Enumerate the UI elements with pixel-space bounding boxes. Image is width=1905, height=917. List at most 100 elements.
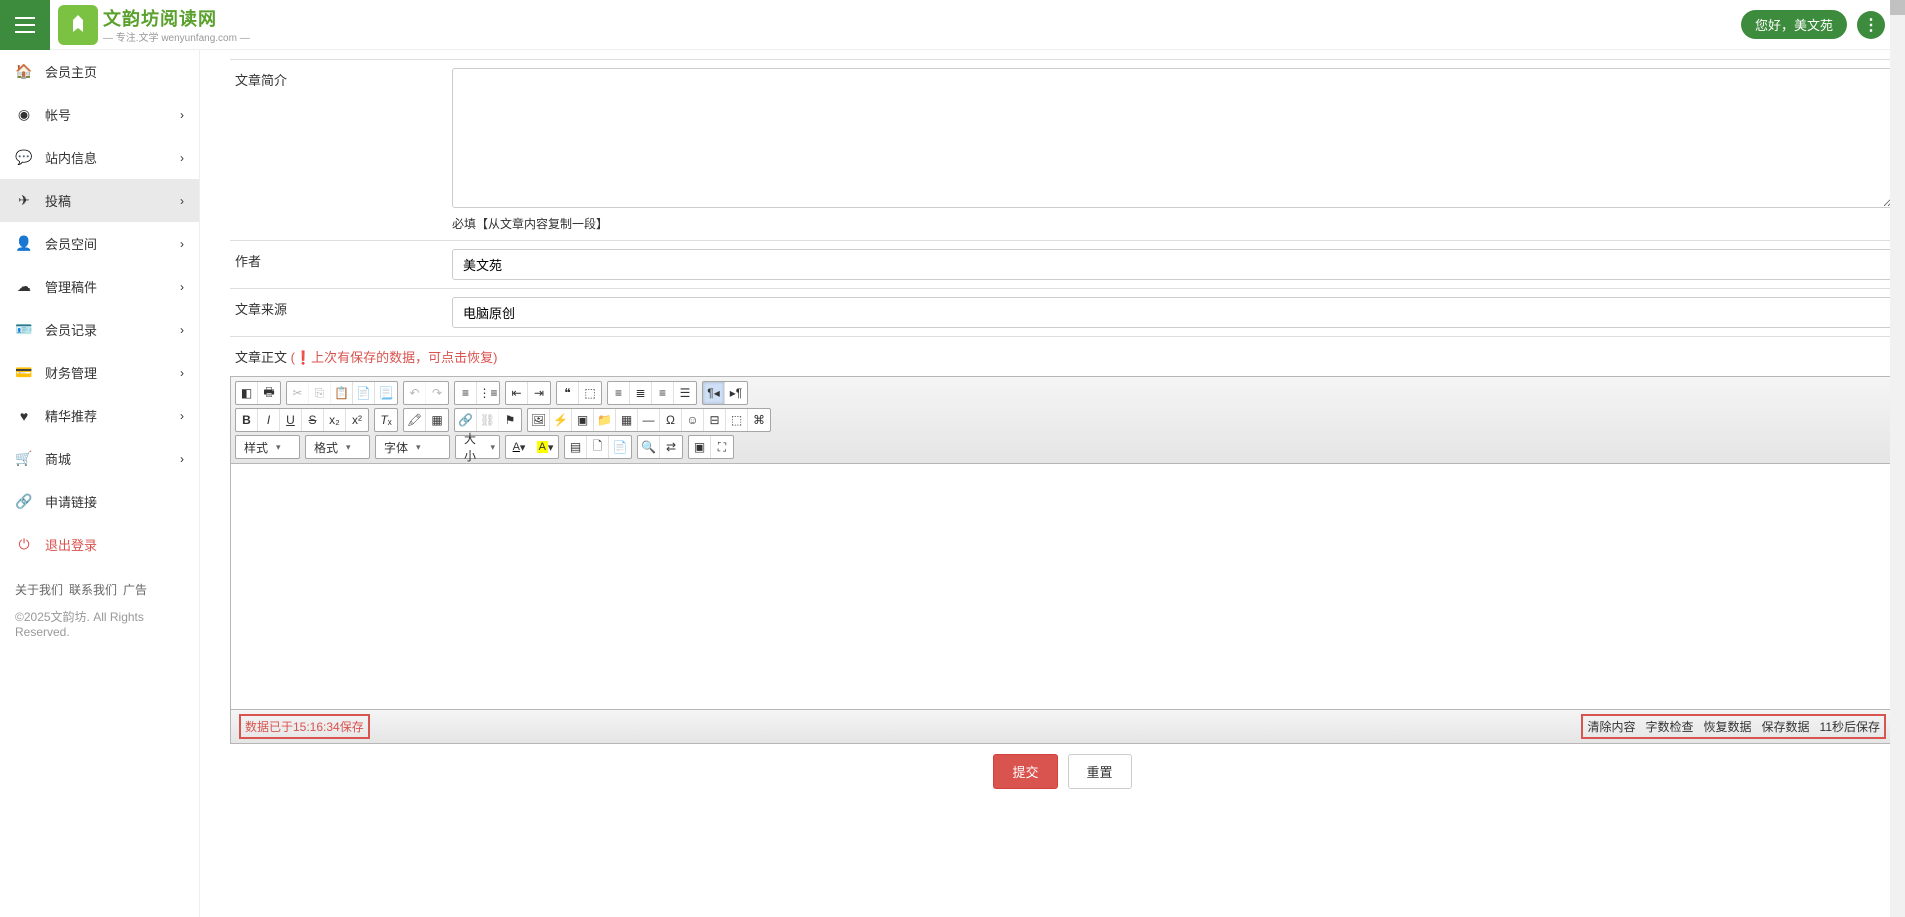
link-button[interactable]: 🔗 [455, 409, 477, 431]
footer-link[interactable]: 关于我们 [15, 583, 63, 597]
numbered-list-button[interactable]: ≡ [455, 382, 477, 404]
sidebar-item-label: 会员记录 [45, 320, 97, 339]
sidebar-item-会员主页[interactable]: 🏠 会员主页 [0, 50, 199, 93]
editor-action[interactable]: 11秒后保存 [1820, 718, 1880, 735]
user-greeting-badge[interactable]: 您好，美文苑 [1741, 10, 1847, 39]
align-right-button[interactable]: ≡ [652, 382, 674, 404]
sidebar-item-帐号[interactable]: ◉ 帐号 › [0, 93, 199, 136]
editor-action[interactable]: 字数检查 [1645, 718, 1693, 735]
align-center-button[interactable]: ≣ [630, 382, 652, 404]
size-select[interactable]: 大小▾ [455, 435, 500, 459]
cut-button[interactable]: ✂ [287, 382, 309, 404]
text-color-button[interactable]: A▾ [506, 436, 532, 458]
paste-button[interactable]: 📋 [331, 382, 353, 404]
editor-textarea[interactable] [231, 464, 1894, 709]
sidebar-item-label: 管理稿件 [45, 277, 97, 296]
source-button[interactable]: ◧ [236, 382, 258, 404]
send-icon: ✈ [15, 192, 33, 210]
vertical-scrollbar[interactable] [1890, 0, 1905, 917]
chevron-right-icon: › [180, 452, 184, 466]
reset-button[interactable]: 重置 [1068, 754, 1132, 789]
pagebreak-button[interactable]: ⊟ [704, 409, 726, 431]
submit-button[interactable]: 提交 [993, 754, 1057, 789]
maximize-button[interactable]: ⛶ [711, 436, 733, 458]
align-left-button[interactable]: ≡ [608, 382, 630, 404]
subscript-button[interactable]: x₂ [324, 409, 346, 431]
menu-toggle-button[interactable] [0, 0, 50, 50]
sidebar-item-站内信息[interactable]: 💬 站内信息 › [0, 136, 199, 179]
align-justify-button[interactable]: ☰ [674, 382, 696, 404]
hr-button[interactable]: — [638, 409, 660, 431]
font-select[interactable]: 字体▾ [375, 435, 450, 459]
footer-link[interactable]: 广告 [123, 583, 147, 597]
paragraph-style-select[interactable]: 样式▾ [235, 435, 300, 459]
sidebar-item-label: 申请链接 [45, 492, 97, 511]
unlink-button[interactable]: ⛓ [477, 409, 499, 431]
more-menu-button[interactable]: ⋮ [1857, 11, 1885, 39]
code-button[interactable]: ⌘ [748, 409, 770, 431]
copyright: ©2025文韵坊. All Rights Reserved. [15, 608, 184, 639]
print-button[interactable]: 🖶 [258, 382, 280, 404]
anchor-button[interactable]: ⚑ [499, 409, 521, 431]
rtl-button[interactable]: ▸¶ [725, 382, 747, 404]
templates-button[interactable]: ▤ [565, 436, 587, 458]
editor-action[interactable]: 恢复数据 [1704, 718, 1752, 735]
main-content: 文章简介 必填【从文章内容复制一段】 作者 文章来源 文章正文 (❗上次有保存的… [200, 50, 1905, 917]
sidebar-item-管理稿件[interactable]: ☁ 管理稿件 › [0, 265, 199, 308]
find-button[interactable]: 🔍 [638, 436, 660, 458]
sidebar-item-精华推荐[interactable]: ♥ 精华推荐 › [0, 394, 199, 437]
more-icon: ⋮ [1863, 15, 1879, 35]
cart-icon: 🛒 [15, 450, 33, 468]
media-button[interactable]: ▣ [572, 409, 594, 431]
preview-button[interactable]: 📄 [609, 436, 631, 458]
footer-link[interactable]: 联系我们 [69, 583, 117, 597]
outdent-button[interactable]: ⇤ [506, 382, 528, 404]
sidebar-item-会员空间[interactable]: 👤 会员空间 › [0, 222, 199, 265]
replace-button[interactable]: ⇄ [660, 436, 682, 458]
emoji-button[interactable]: ☺ [682, 409, 704, 431]
editor-action[interactable]: 保存数据 [1762, 718, 1810, 735]
new-page-button[interactable]: 🗋 [587, 436, 609, 458]
bg-color-button[interactable]: A▾ [532, 436, 558, 458]
sidebar-item-商城[interactable]: 🛒 商城 › [0, 437, 199, 480]
sidebar-item-投稿[interactable]: ✈ 投稿 › [0, 179, 199, 222]
undo-button[interactable]: ↶ [404, 382, 426, 404]
select-all-button[interactable]: ▦ [426, 409, 448, 431]
author-input[interactable] [452, 249, 1893, 280]
special-char-button[interactable]: Ω [660, 409, 682, 431]
intro-textarea[interactable] [452, 68, 1893, 208]
sidebar-item-会员记录[interactable]: 🪪 会员记录 › [0, 308, 199, 351]
file-button[interactable]: 📁 [594, 409, 616, 431]
flash-button[interactable]: ⚡ [550, 409, 572, 431]
bold-button[interactable]: B [236, 409, 258, 431]
intro-label: 文章简介 [230, 60, 450, 240]
indent-button[interactable]: ⇥ [528, 382, 550, 404]
iframe-button[interactable]: ⬚ [726, 409, 748, 431]
sidebar-item-申请链接[interactable]: 🔗 申请链接 [0, 480, 199, 523]
superscript-button[interactable]: x² [346, 409, 368, 431]
highlight-button[interactable]: 🖍 [404, 409, 426, 431]
image-button[interactable]: 🖼 [528, 409, 550, 431]
underline-button[interactable]: U [280, 409, 302, 431]
show-blocks-button[interactable]: ▣ [689, 436, 711, 458]
ltr-button[interactable]: ¶◂ [703, 382, 725, 404]
remove-format-button[interactable]: Tₓ [375, 409, 397, 431]
sidebar-item-财务管理[interactable]: 💳 财务管理 › [0, 351, 199, 394]
redo-button[interactable]: ↷ [426, 382, 448, 404]
bullet-list-button[interactable]: ⋮≡ [477, 382, 499, 404]
strike-button[interactable]: S [302, 409, 324, 431]
header-right: 您好，美文苑 ⋮ [1741, 10, 1885, 39]
body-restore-notice[interactable]: (❗上次有保存的数据，可点击恢复) [291, 350, 498, 365]
logo[interactable]: 文韵坊阅读网 — 专注.文学 wenyunfang.com — [58, 5, 250, 45]
table-button[interactable]: ▦ [616, 409, 638, 431]
blockquote-button[interactable]: ❝ [557, 382, 579, 404]
italic-button[interactable]: I [258, 409, 280, 431]
sidebar-item-退出登录[interactable]: ⏻ 退出登录 [0, 523, 199, 566]
copy-button[interactable]: ⎘ [309, 382, 331, 404]
paste-word-button[interactable]: 📃 [375, 382, 397, 404]
div-button[interactable]: ⬚ [579, 382, 601, 404]
format-select[interactable]: 格式▾ [305, 435, 370, 459]
paste-text-button[interactable]: 📄 [353, 382, 375, 404]
editor-action[interactable]: 清除内容 [1587, 718, 1635, 735]
source-input[interactable] [452, 297, 1893, 328]
